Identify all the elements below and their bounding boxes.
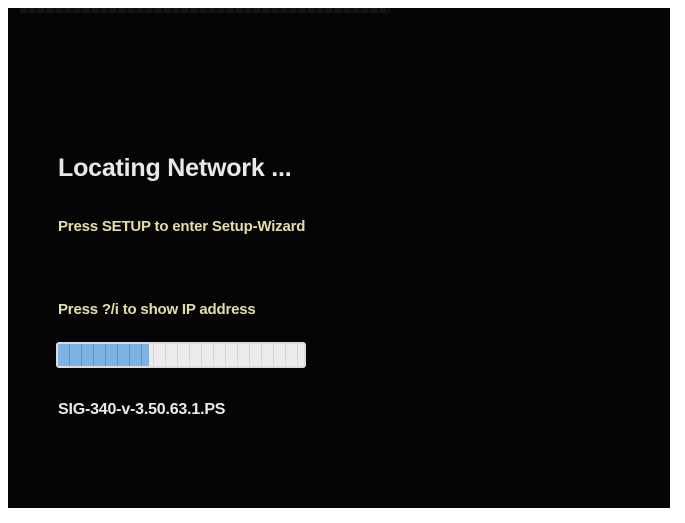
ip-address-hint: Press ?/i to show IP address [58,301,256,318]
progress-fill [58,344,150,366]
setup-wizard-hint: Press SETUP to enter Setup-Wizard [58,218,306,235]
page-title: Locating Network ... [58,154,292,182]
video-noise-strip [20,8,390,13]
firmware-version: SIG-340-v-3.50.63.1.PS [58,401,226,418]
network-progress-bar [56,342,306,368]
tv-screen: Locating Network ... Press SETUP to ente… [8,8,670,508]
